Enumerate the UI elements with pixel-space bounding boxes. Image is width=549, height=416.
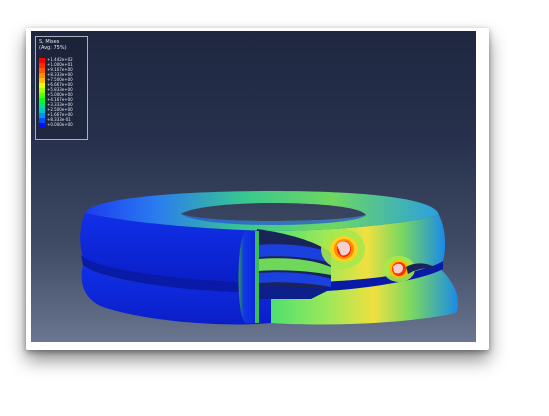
legend-value-labels: +1.442e+02 +1.000e+01 +9.167e+00 +8.333e+00… bbox=[47, 57, 73, 127]
stress-legend: S, Mises (Avg: 75%) +1.442e+02 +1.000e+01… bbox=[35, 36, 88, 140]
legend-title: S, Mises (Avg: 75%) bbox=[39, 39, 67, 51]
screenshot-stage: S, Mises (Avg: 75%) +1.442e+02 +1.000e+01… bbox=[0, 0, 549, 416]
ring-model-view[interactable] bbox=[31, 31, 476, 342]
legend-swatch bbox=[39, 123, 45, 128]
stress-hotspot-upper[interactable] bbox=[321, 229, 365, 269]
legend-title-averaging: (Avg: 75%) bbox=[39, 45, 67, 51]
legend-color-bar bbox=[39, 58, 45, 128]
section-cut-edge bbox=[255, 231, 259, 323]
legend-label: +0.000e+00 bbox=[47, 122, 73, 127]
fea-viewport[interactable]: S, Mises (Avg: 75%) +1.442e+02 +1.000e+01… bbox=[31, 31, 476, 342]
